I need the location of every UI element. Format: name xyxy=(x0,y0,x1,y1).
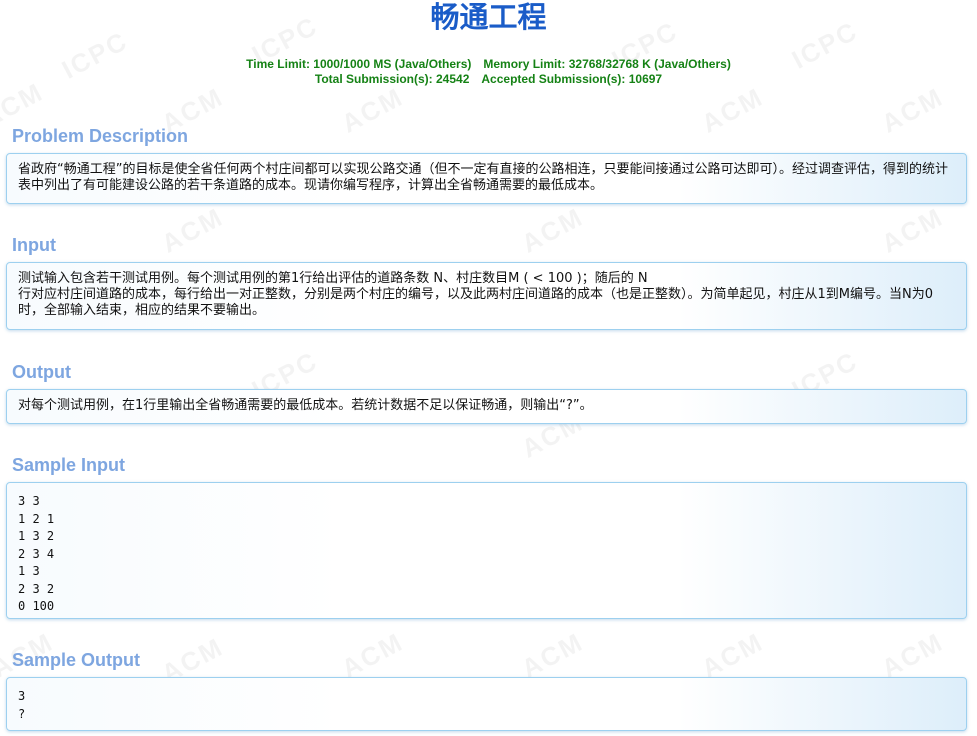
watermark-text: ACM xyxy=(877,627,949,685)
input-text-line-1: 测试输入包含若干测试用例。每个测试用例的第1行给出评估的道路条数 N、村庄数目M… xyxy=(18,271,648,286)
watermark-text: ACM xyxy=(877,82,949,140)
output-heading: Output xyxy=(12,362,71,382)
watermark-text: ACM xyxy=(877,202,949,260)
input-text-line-2: 行对应村庄间道路的成本，每行给出一对正整数，分别是两个村庄的编号，以及此两村庄间… xyxy=(18,287,933,318)
output-panel: 对每个测试用例，在1行里输出全省畅通需要的最低成本。若统计数据不足以保证畅通，则… xyxy=(6,389,967,424)
submissions-line: Total Submission(s): 24542 Accepted Submi… xyxy=(0,72,977,87)
watermark-text: ACM xyxy=(337,627,409,685)
sample-input-heading: Sample Input xyxy=(12,455,126,475)
sample-output-heading: Sample Output xyxy=(12,650,141,670)
time-limit: Time Limit: 1000/1000 MS (Java/Others) xyxy=(246,57,472,71)
watermark-text: ACM xyxy=(157,202,229,260)
problem-description-heading: Problem Description xyxy=(12,126,189,146)
watermark-text: ACM xyxy=(697,627,769,685)
problem-description-text: 省政府“畅通工程”的目标是使全省任何两个村庄间都可以实现公路交通（但不一定有直接… xyxy=(18,162,948,193)
output-text: 对每个测试用例，在1行里输出全省畅通需要的最低成本。若统计数据不足以保证畅通，则… xyxy=(18,398,593,413)
limits-line: Time Limit: 1000/1000 MS (Java/Others) Me… xyxy=(0,57,977,72)
sample-input-panel: 3 3 1 2 1 1 3 2 2 3 4 1 3 2 3 2 0 100 xyxy=(6,482,967,619)
problem-description-panel: 省政府“畅通工程”的目标是使全省任何两个村庄间都可以实现公路交通（但不一定有直接… xyxy=(6,153,967,204)
input-heading: Input xyxy=(12,235,56,255)
background-watermark: ACM ICPC ACM ICPC ACM ICPC ACM ICPC ACM … xyxy=(0,0,977,736)
watermark-text: ACM xyxy=(697,82,769,140)
watermark-text: ACM xyxy=(517,202,589,260)
watermark-text: ACM xyxy=(337,82,409,140)
problem-title: 畅通工程 xyxy=(430,0,547,34)
total-submissions: Total Submission(s): 24542 xyxy=(314,72,470,86)
sample-output-panel: 3 ? xyxy=(6,677,967,731)
watermark-text: ACM xyxy=(517,627,589,685)
accepted-submissions: Accepted Submission(s): 10697 xyxy=(481,72,663,86)
memory-limit: Memory Limit: 32768/32768 K (Java/Others… xyxy=(483,57,731,71)
input-panel: 测试输入包含若干测试用例。每个测试用例的第1行给出评估的道路条数 N、村庄数目M… xyxy=(6,262,967,330)
